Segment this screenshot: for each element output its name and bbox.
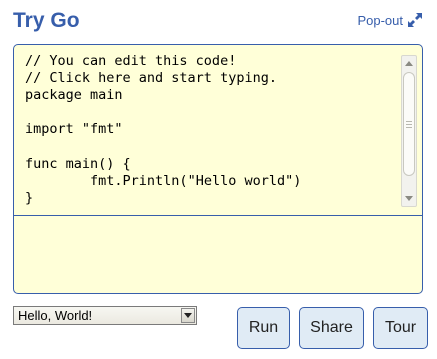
popout-label: Pop-out bbox=[357, 12, 403, 28]
scroll-up-arrow-icon[interactable] bbox=[402, 56, 416, 70]
popout-link[interactable]: Pop-out bbox=[357, 12, 423, 28]
code-editor[interactable]: // You can edit this code! // Click here… bbox=[14, 45, 422, 216]
tour-button[interactable]: Tour bbox=[373, 307, 428, 349]
dropdown-arrow-icon[interactable] bbox=[181, 308, 195, 323]
output-pane bbox=[14, 216, 422, 293]
code-scrollbar[interactable] bbox=[401, 55, 417, 207]
run-button[interactable]: Run bbox=[237, 307, 290, 349]
scrollbar-thumb[interactable] bbox=[403, 72, 415, 176]
code-text[interactable]: // You can edit this code! // Click here… bbox=[25, 53, 301, 207]
grip-icon bbox=[406, 120, 412, 128]
scroll-down-arrow-icon[interactable] bbox=[402, 192, 416, 206]
expand-arrows-icon bbox=[407, 12, 423, 28]
page-title: Try Go bbox=[13, 9, 80, 32]
example-select[interactable]: Hello, World! bbox=[13, 306, 197, 325]
playground: // You can edit this code! // Click here… bbox=[13, 44, 423, 294]
share-button[interactable]: Share bbox=[299, 307, 364, 349]
example-select-value: Hello, World! bbox=[18, 308, 93, 323]
